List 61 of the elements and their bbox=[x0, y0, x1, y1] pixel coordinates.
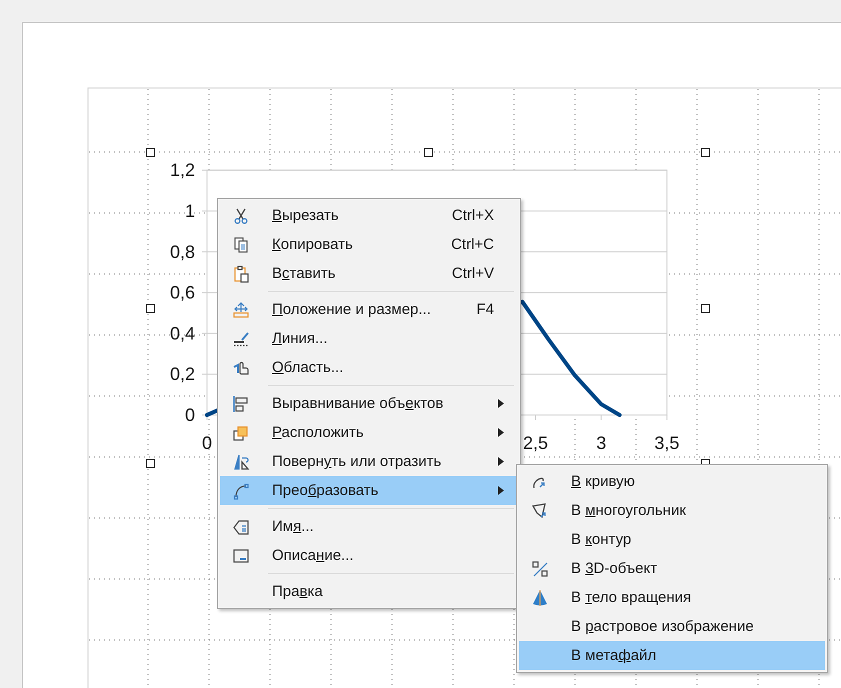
name-tag-icon bbox=[233, 520, 249, 534]
to-3d-icon bbox=[532, 560, 548, 576]
y-tick-label: 0,2 bbox=[170, 364, 195, 384]
menu-item[interactable]: В 3D-объект bbox=[519, 554, 825, 583]
curve-icon bbox=[234, 483, 249, 500]
hand-fill-icon bbox=[234, 361, 249, 374]
x-tick-label: 0 bbox=[202, 433, 212, 453]
menu-item[interactable]: Преобразовать bbox=[220, 476, 518, 505]
selection-handle[interactable] bbox=[701, 304, 710, 313]
position-size-icon bbox=[233, 302, 249, 318]
x-tick-label: 2,5 bbox=[522, 433, 548, 453]
submenu-arrow-icon bbox=[498, 399, 504, 408]
menu-item[interactable]: Расположить bbox=[220, 418, 518, 447]
menu-item[interactable]: В растровое изображение bbox=[519, 612, 825, 641]
y-tick-label: 0,8 bbox=[170, 242, 195, 262]
menu-item[interactable]: В метафайл bbox=[519, 641, 825, 670]
menu-item[interactable]: В кривую bbox=[519, 467, 825, 496]
shortcut-label: Ctrl+C bbox=[451, 236, 494, 253]
menu-item[interactable]: В многоугольник bbox=[519, 496, 825, 525]
menu-item[interactable]: Вставить Ctrl+V bbox=[220, 259, 518, 288]
menu-item[interactable]: Выравнивание объектов bbox=[220, 389, 518, 418]
menu-item[interactable]: Правка bbox=[220, 577, 518, 606]
x-tick-label: 3,5 bbox=[654, 433, 680, 453]
copy-icon bbox=[234, 236, 248, 252]
menu-item[interactable]: Область... bbox=[220, 353, 518, 382]
menu-item[interactable]: В контур bbox=[519, 525, 825, 554]
selection-handle[interactable] bbox=[701, 148, 710, 157]
menu-item[interactable]: В тело вращения bbox=[519, 583, 825, 612]
shortcut-label: F4 bbox=[476, 301, 494, 318]
selection-handle[interactable] bbox=[146, 459, 155, 468]
menu-item[interactable]: Повернуть или отразить bbox=[220, 447, 518, 476]
y-tick-label: 0 bbox=[184, 405, 195, 425]
submenu-arrow-icon bbox=[498, 457, 504, 466]
menu-item[interactable]: Линия... bbox=[220, 324, 518, 353]
shortcut-label: Ctrl+X bbox=[452, 207, 494, 224]
menu-item[interactable]: Вырезать Ctrl+X bbox=[220, 201, 518, 230]
to-curve-icon bbox=[533, 477, 545, 488]
to-polygon-icon bbox=[532, 502, 546, 518]
shortcut-label: Ctrl+V bbox=[452, 265, 494, 282]
selection-handle[interactable] bbox=[424, 148, 433, 157]
cone-icon bbox=[533, 590, 547, 606]
submenu-arrow-icon bbox=[498, 428, 504, 437]
y-tick-label: 0,6 bbox=[170, 282, 195, 303]
menu-item[interactable]: Описание... bbox=[220, 541, 518, 570]
rotate-flip-icon bbox=[234, 454, 250, 470]
menu-item[interactable]: Копировать Ctrl+C bbox=[220, 230, 518, 259]
y-tick-label: 0,4 bbox=[170, 323, 195, 344]
menu-item[interactable]: Имя... bbox=[220, 512, 518, 541]
menu-item[interactable]: Положение и размер... F4 bbox=[220, 295, 518, 324]
submenu-arrow-icon bbox=[498, 486, 504, 495]
y-tick-label: 1 bbox=[184, 201, 195, 221]
y-tick-label: 1,2 bbox=[170, 160, 195, 180]
scissors-icon bbox=[234, 208, 248, 224]
x-tick-label: 3 bbox=[596, 433, 606, 453]
selection-handle[interactable] bbox=[146, 304, 155, 313]
align-icon bbox=[233, 396, 248, 412]
arrange-icon bbox=[233, 426, 248, 440]
line-style-icon bbox=[234, 332, 249, 346]
selection-handle[interactable] bbox=[146, 148, 155, 157]
description-icon bbox=[233, 548, 249, 562]
paste-icon bbox=[234, 265, 249, 282]
